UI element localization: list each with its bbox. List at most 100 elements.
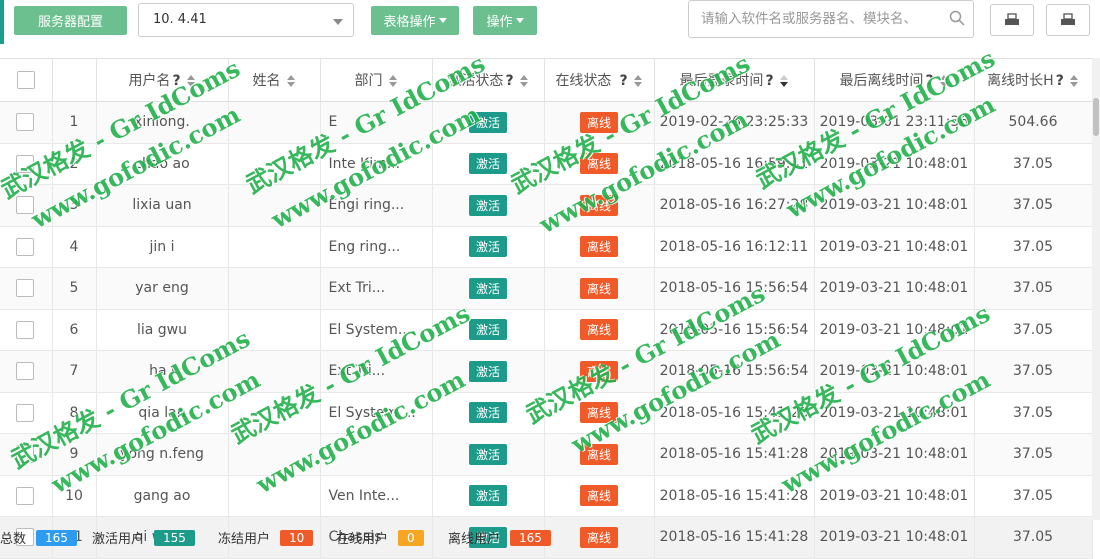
header-last-login[interactable]: 最后登录时间?: [654, 58, 815, 102]
row-index: 8: [52, 392, 97, 434]
row-checkbox-cell[interactable]: [0, 350, 53, 393]
cell-name: [228, 226, 321, 268]
row-checkbox-cell[interactable]: [0, 184, 53, 227]
table-row[interactable]: 8 qia lan El System.... 激活 离线 2018-05-16 15:4…: [0, 392, 1093, 434]
table-row[interactable]: 2 chao ao Inte Kim... 激活 离线 2018-05-16 16:59:…: [0, 143, 1093, 185]
activate-status-badge: 激活: [468, 360, 507, 382]
server-select[interactable]: 10. 4.41: [138, 3, 354, 37]
online-status-badge: 离线: [579, 402, 618, 424]
help-icon: ?: [619, 73, 628, 89]
table-row[interactable]: 7 ha i Ext Tri... 激活 离线 2018-05-16 15:56:54 20…: [0, 350, 1093, 393]
cell-username: yar eng: [96, 267, 229, 310]
row-checkbox[interactable]: [16, 486, 34, 505]
cell-username: gang ao: [96, 475, 229, 517]
server-config-button[interactable]: 服务器配置: [14, 6, 127, 35]
header-name[interactable]: 姓名: [228, 58, 321, 102]
cell-activate: 激活: [432, 101, 545, 144]
sort-icon[interactable]: [1069, 75, 1079, 87]
online-status-badge: 离线: [579, 153, 618, 175]
cell-last-login: 2018-05-16 15:41:28: [654, 475, 815, 517]
cell-last-logout: 2019-03-21 10:48:01: [814, 226, 975, 268]
table-row[interactable]: 6 lia gwu El System.... 激活 离线 2018-05-16 15:5…: [0, 309, 1093, 351]
header-last-logout[interactable]: 最后离线时间?: [814, 58, 975, 102]
row-checkbox[interactable]: [16, 445, 34, 464]
cell-last-logout: 2019-03-21 10:48:01: [814, 392, 975, 434]
cell-activate: 激活: [432, 267, 545, 310]
cell-online: 离线: [544, 184, 655, 227]
cell-online: 离线: [544, 143, 655, 185]
cell-activate: 激活: [432, 226, 545, 268]
export-button[interactable]: [990, 4, 1034, 36]
row-index: 9: [52, 433, 97, 476]
header-select-all[interactable]: [0, 58, 53, 102]
header-index: [52, 58, 97, 102]
search-input[interactable]: [699, 10, 943, 28]
cell-name: [228, 184, 321, 227]
row-checkbox-cell[interactable]: [0, 475, 53, 517]
header-offline-hours[interactable]: 离线时长H?: [974, 58, 1093, 102]
select-all-checkbox[interactable]: [16, 71, 35, 89]
row-index: 1: [52, 101, 97, 144]
table-row[interactable]: 1 xinlong. E 激活 离线 2019-02-26 23:25:33 2019-03…: [0, 101, 1093, 144]
header-online[interactable]: 在线状态?: [544, 58, 655, 102]
sort-icon[interactable]: [186, 75, 196, 87]
row-checkbox[interactable]: [16, 113, 34, 132]
online-badge: 0: [398, 529, 424, 546]
cell-name: [228, 267, 321, 310]
row-checkbox[interactable]: [16, 154, 34, 173]
row-checkbox-cell[interactable]: [0, 433, 53, 476]
row-checkbox[interactable]: [16, 320, 34, 339]
cell-activate: 激活: [432, 184, 545, 227]
cell-last-login: 2018-05-16 15:56:54: [654, 350, 815, 393]
ops-button[interactable]: 操作: [473, 6, 537, 35]
row-checkbox[interactable]: [16, 403, 34, 422]
sort-icon[interactable]: [286, 75, 296, 87]
print-icon: [1061, 13, 1075, 25]
sort-desc-icon[interactable]: [779, 75, 789, 87]
sort-icon[interactable]: [519, 75, 529, 87]
table-row[interactable]: 3 lixia uan Engi ring... 激活 离线 2018-05-16 16:…: [0, 184, 1093, 227]
header-dept[interactable]: 部门: [320, 58, 433, 102]
cell-activate: 激活: [432, 433, 545, 476]
activate-status-badge: 激活: [468, 236, 507, 258]
online-status-badge: 离线: [579, 360, 618, 382]
row-checkbox-cell[interactable]: [0, 143, 53, 185]
header-activate[interactable]: 激活状态?: [432, 58, 545, 102]
table-row[interactable]: 4 jin i Eng ring... 激活 离线 2018-05-16 16:12:11…: [0, 226, 1093, 268]
table-row[interactable]: 9 yong n.feng 激活 离线 2018-05-16 15:41:28 2019-…: [0, 433, 1093, 476]
frozen-badge: 10: [280, 529, 314, 546]
print-button[interactable]: [1046, 4, 1090, 36]
row-checkbox-cell[interactable]: [0, 226, 53, 268]
export-icon: [1005, 13, 1019, 25]
stat-online: 在线用户 0: [336, 528, 424, 547]
table-ops-button[interactable]: 表格操作: [371, 6, 459, 35]
scrollbar-thumb[interactable]: [1093, 98, 1099, 136]
cell-username: yong n.feng: [96, 433, 229, 476]
row-checkbox-cell[interactable]: [0, 392, 53, 434]
search-icon[interactable]: [949, 10, 965, 30]
sort-icon[interactable]: [633, 75, 643, 87]
row-checkbox[interactable]: [16, 237, 34, 256]
activate-status-badge: 激活: [468, 153, 507, 175]
vertical-scrollbar[interactable]: [1092, 58, 1100, 520]
row-checkbox[interactable]: [16, 279, 34, 298]
sort-icon[interactable]: [388, 75, 398, 87]
cell-activate: 激活: [432, 143, 545, 185]
row-index: 5: [52, 267, 97, 310]
cell-last-login: 2018-05-16 16:27:28: [654, 184, 815, 227]
activate-status-badge: 激活: [468, 111, 507, 133]
row-checkbox[interactable]: [16, 196, 34, 215]
cell-username: lixia uan: [96, 184, 229, 227]
cell-last-logout: 2019-03-21 10:48:01: [814, 309, 975, 351]
row-checkbox-cell[interactable]: [0, 101, 53, 144]
header-username[interactable]: 用户名?: [96, 58, 229, 102]
table-row[interactable]: 5 yar eng Ext Tri... 激活 离线 2018-05-16 15:56:5…: [0, 267, 1093, 310]
row-checkbox-cell[interactable]: [0, 309, 53, 351]
ops-label: 操作: [486, 15, 513, 30]
row-checkbox-cell[interactable]: [0, 267, 53, 310]
table-row[interactable]: 10 gang ao Ven Inte... 激活 离线 2018-05-16 15:41…: [0, 475, 1093, 517]
sort-icon[interactable]: [939, 75, 949, 87]
search-box[interactable]: [688, 0, 974, 38]
row-checkbox[interactable]: [16, 362, 34, 381]
cell-dept: Engi ring...: [320, 184, 433, 227]
